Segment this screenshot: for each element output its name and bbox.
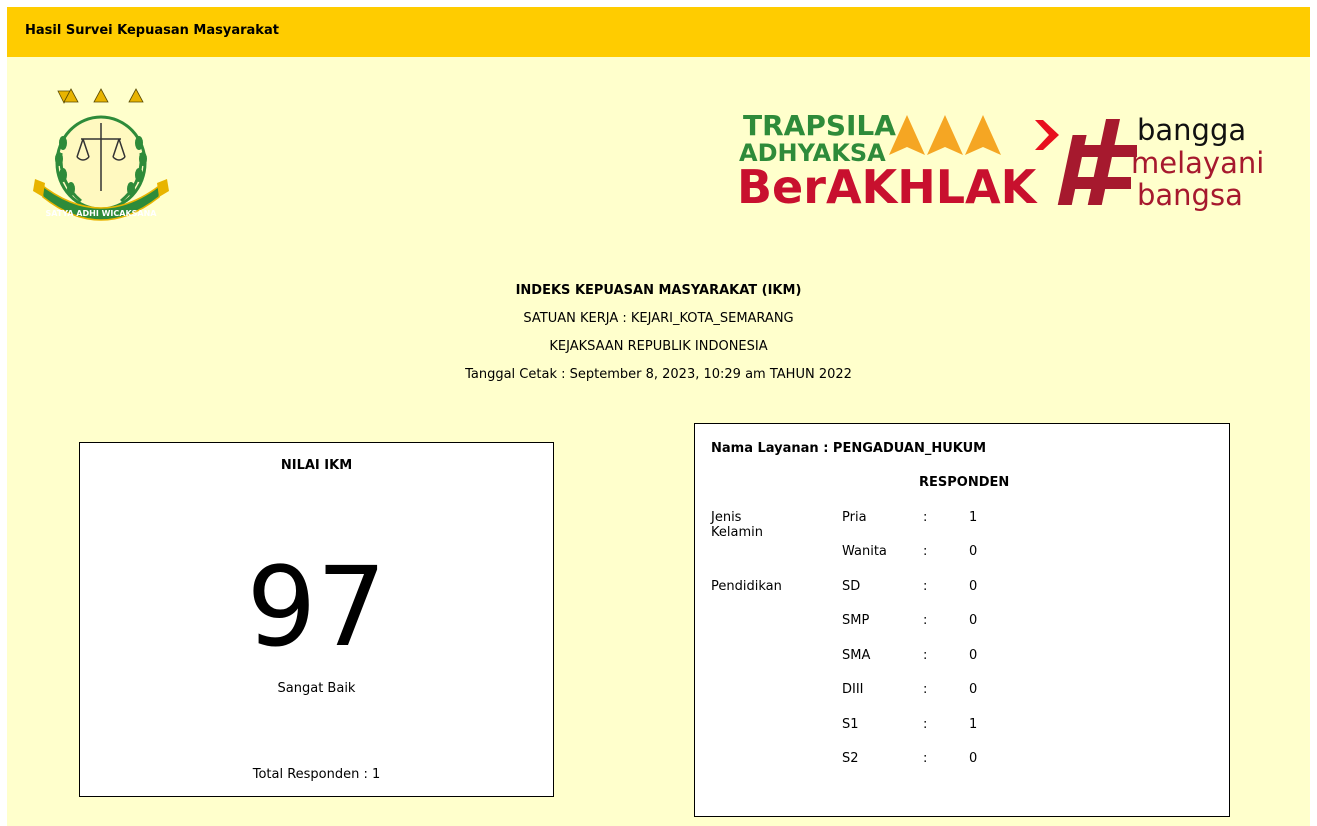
page-title: Hasil Survei Kepuasan Masyarakat (25, 23, 279, 38)
svg-text:TRAPSILA: TRAPSILA (743, 109, 896, 142)
row-label: S1 (842, 717, 859, 732)
row-label: SMP (842, 613, 870, 628)
row-separator: : (923, 613, 928, 628)
group-label: Pendidikan (711, 579, 782, 594)
row-separator: : (923, 544, 928, 559)
svg-text:bangga: bangga (1137, 113, 1246, 147)
row-label: DIII (842, 682, 864, 697)
kejaksaan-emblem-icon: SATYA ADHI WICAKSANA (33, 88, 169, 221)
ikm-total-respondents: Total Responden : 1 (252, 767, 381, 782)
ikm-value: 97 (246, 543, 387, 671)
report-unit: SATUAN KERJA : KEJARI_KOTA_SEMARANG (523, 311, 794, 326)
report-panel: SATYA ADHI WICAKSANA TRAPSILA ADHYAKSA B… (7, 57, 1310, 826)
emblem-motto: SATYA ADHI WICAKSANA (46, 209, 158, 218)
row-label: SD (842, 579, 861, 594)
svg-text:BerAKHLAK: BerAKHLAK (737, 160, 1039, 214)
row-value: 0 (969, 613, 978, 628)
group-label: Jenis Kelamin (711, 510, 763, 540)
row-separator: : (923, 682, 928, 697)
row-separator: : (923, 751, 928, 766)
row-value: 0 (969, 544, 978, 559)
report-title: INDEKS KEPUASAN MASYARAKAT (IKM) (515, 283, 802, 298)
ikm-label: NILAI IKM (280, 458, 353, 473)
service-name: Nama Layanan : PENGADUAN_HUKUM (711, 441, 987, 456)
svg-text:melayani: melayani (1131, 146, 1264, 180)
row-label: SMA (842, 648, 871, 663)
row-separator: : (923, 579, 928, 594)
svg-text:bangsa: bangsa (1137, 178, 1243, 212)
row-label: S2 (842, 751, 859, 766)
row-label: Wanita (842, 544, 887, 559)
row-value: 0 (969, 648, 978, 663)
respondents-title: RESPONDEN (919, 475, 1010, 490)
top-bar: Hasil Survei Kepuasan Masyarakat (7, 7, 1310, 57)
row-label: Pria (842, 510, 867, 525)
report-institution: KEJAKSAAN REPUBLIK INDONESIA (549, 339, 768, 354)
row-separator: : (923, 648, 928, 663)
ikm-category: Sangat Baik (277, 681, 356, 696)
service-card: Nama Layanan : PENGADUAN_HUKUM RESPONDEN… (694, 423, 1230, 817)
ikm-card: NILAI IKM 97 Sangat Baik Total Responden… (79, 442, 554, 797)
row-value: 1 (969, 510, 978, 525)
row-value: 0 (969, 682, 978, 697)
row-value: 1 (969, 717, 978, 732)
row-value: 0 (969, 751, 978, 766)
report-print-date: Tanggal Cetak : September 8, 2023, 10:29… (465, 367, 852, 382)
row-separator: : (923, 717, 928, 732)
row-separator: : (923, 510, 928, 525)
row-value: 0 (969, 579, 978, 594)
berakhlak-logo: TRAPSILA ADHYAKSA BerAKHLAK bangga melay… (737, 109, 1264, 214)
